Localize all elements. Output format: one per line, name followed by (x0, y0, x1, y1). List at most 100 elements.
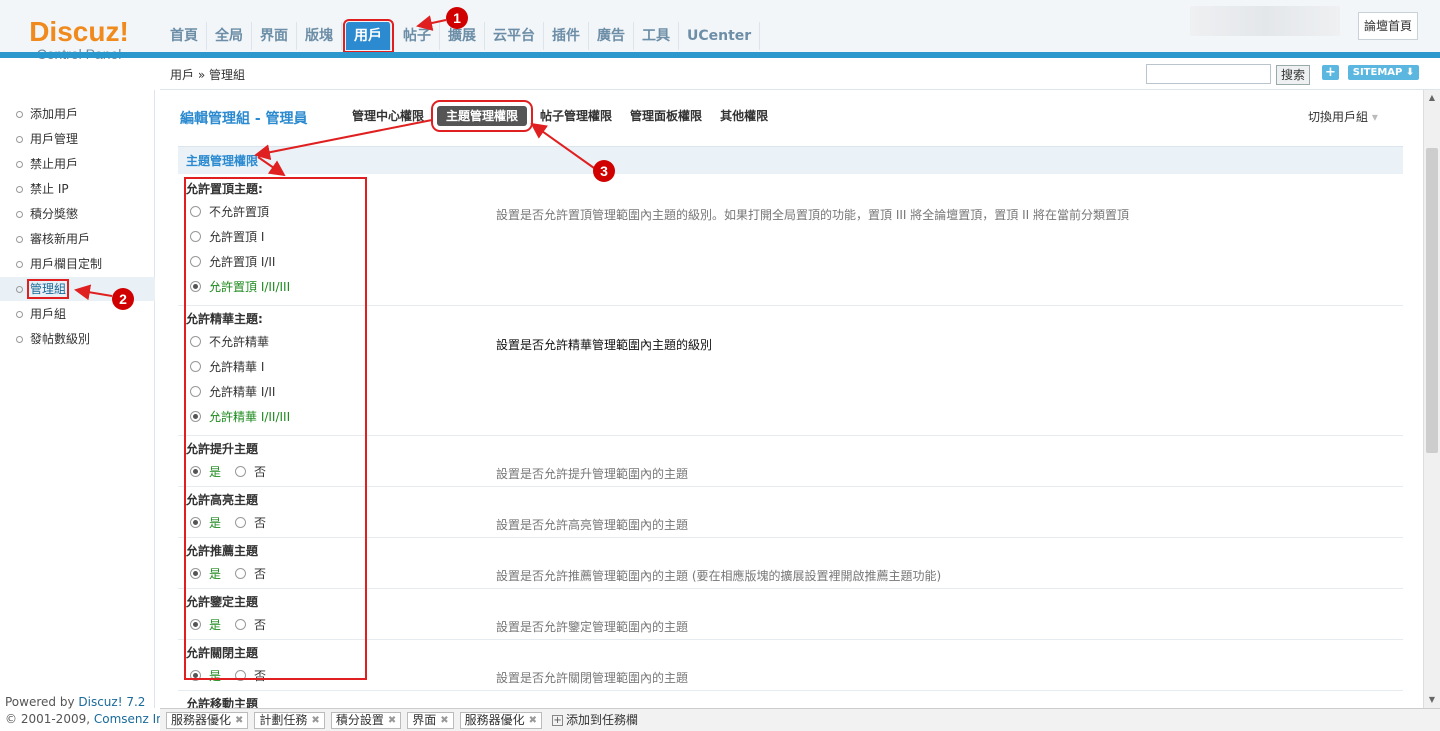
radio-button[interactable] (190, 517, 201, 528)
task-label: 服務器優化 (464, 712, 525, 727)
nav-posts[interactable]: 帖子 (395, 22, 440, 50)
radio-button[interactable] (190, 411, 201, 422)
radio-no[interactable]: 否 (235, 565, 266, 582)
sidebar-item-post-ranks[interactable]: 發帖數級別 (0, 327, 155, 351)
radio-button[interactable] (235, 619, 247, 630)
user-info-blurred (1190, 6, 1340, 36)
tab-thread-manage[interactable]: 主題管理權限 (431, 100, 534, 132)
setting-description: 設置是否允許高亮管理範圍內的主題 (496, 518, 689, 532)
radio-button[interactable] (190, 206, 201, 217)
forum-home-button[interactable]: 論壇首頁 (1358, 12, 1418, 40)
radio-option[interactable]: 不允許精華 (190, 333, 269, 350)
scroll-up-arrow-icon[interactable]: ▲ (1424, 90, 1440, 106)
setting-description: 設置是否允許提升管理範圍內的主題 (496, 467, 689, 481)
sidebar-item-ban-user[interactable]: 禁止用戶 (0, 152, 155, 176)
task-item[interactable]: 積分設置 ✖ (330, 711, 402, 729)
radio-button[interactable] (235, 568, 247, 579)
nav-global[interactable]: 全局 (207, 22, 252, 50)
scroll-down-arrow-icon[interactable]: ▼ (1424, 692, 1440, 708)
add-shortcut-button[interactable]: + (1322, 65, 1339, 80)
radio-no[interactable]: 否 (235, 514, 266, 531)
radio-yes[interactable]: 是 (190, 514, 221, 531)
nav-plugins[interactable]: 插件 (544, 22, 589, 50)
close-icon[interactable]: ✖ (529, 713, 537, 728)
task-item[interactable]: 計劃任務 ✖ (254, 711, 325, 729)
radio-button[interactable] (190, 466, 201, 477)
setting-title: 允許置頂主題: (186, 182, 263, 196)
radio-yes[interactable]: 是 (190, 565, 221, 582)
radio-button[interactable] (190, 386, 201, 397)
radio-option[interactable]: 允許置頂 I/II (190, 253, 275, 270)
radio-button[interactable] (190, 619, 201, 630)
radio-button[interactable] (190, 568, 201, 579)
radio-button[interactable] (190, 231, 201, 242)
task-item[interactable]: 服務器優化 ✖ (459, 711, 543, 729)
radio-option[interactable]: 允許置頂 I/II/III (190, 278, 290, 295)
permission-tabs: 管理中心權限 主題管理權限 帖子管理權限 管理面板權限 其他權限 (343, 100, 777, 132)
radio-button[interactable] (190, 281, 201, 292)
radio-option[interactable]: 允許精華 I (190, 358, 264, 375)
sidebar-item-ban-ip[interactable]: 禁止 IP (0, 177, 155, 201)
setting-title: 允許移動主題 (186, 697, 259, 708)
close-icon[interactable]: ✖ (235, 713, 243, 728)
radio-option[interactable]: 允許精華 I/II (190, 383, 275, 400)
powered-link[interactable]: Discuz! 7.2 (78, 695, 145, 709)
add-to-taskbar-button[interactable]: + 添加到任務欄 (548, 712, 642, 729)
radio-no[interactable]: 否 (235, 463, 266, 480)
radio-button[interactable] (235, 466, 247, 477)
vertical-scrollbar[interactable]: ▲ ▼ (1423, 90, 1440, 708)
sidebar-item-credits[interactable]: 積分獎懲 (0, 202, 155, 226)
switch-group-dropdown[interactable]: 切換用戶組 ▾ (1308, 108, 1378, 125)
task-item[interactable]: 界面 ✖ (407, 711, 454, 729)
nav-users[interactable]: 用戶 (343, 19, 394, 53)
radio-yes[interactable]: 是 (190, 667, 221, 684)
nav-home[interactable]: 首頁 (162, 22, 207, 50)
setting-title: 允許精華主題: (186, 312, 263, 326)
radio-button[interactable] (190, 361, 201, 372)
radio-yes[interactable]: 是 (190, 463, 221, 480)
radio-option[interactable]: 允許置頂 I (190, 228, 264, 245)
close-icon[interactable]: ✖ (388, 713, 396, 728)
close-icon[interactable]: ✖ (440, 713, 448, 728)
search-input[interactable] (1146, 64, 1271, 84)
radio-no[interactable]: 否 (235, 667, 266, 684)
task-item[interactable]: 服務器優化 ✖ (166, 711, 249, 729)
yes-no-radios: 是 否 (190, 565, 280, 582)
sidebar-item-label: 管理組 (26, 279, 70, 299)
option-label: 允許置頂 I/II/III (209, 280, 291, 294)
sidebar-item-label: 禁止用戶 (30, 157, 79, 171)
radio-button[interactable] (235, 670, 247, 681)
radio-button[interactable] (190, 256, 201, 267)
sitemap-button[interactable]: SITEMAP ⬇ (1348, 65, 1419, 80)
sidebar-item-audit-users[interactable]: 審核新用戶 (0, 227, 155, 251)
radio-option[interactable]: 允許精華 I/II/III (190, 408, 290, 425)
tab-admin-center[interactable]: 管理中心權限 (343, 106, 433, 126)
nav-ucenter[interactable]: UCenter (679, 22, 761, 50)
search-button[interactable]: 搜索 (1276, 65, 1310, 85)
scroll-thumb[interactable] (1426, 148, 1438, 453)
setting-description: 設置是否允許推薦管理範圍內的主題 (要在相應版塊的擴展設置裡開啟推薦主題功能) (496, 569, 942, 583)
task-label: 服務器優化 (171, 712, 232, 727)
copyright-prefix: © 2001-2009, (5, 712, 94, 726)
sidebar-item-user-fields[interactable]: 用戶欄目定制 (0, 252, 155, 276)
task-label: 計劃任務 (259, 712, 308, 727)
radio-button[interactable] (190, 336, 201, 347)
radio-button[interactable] (190, 670, 201, 681)
radio-button[interactable] (235, 517, 247, 528)
tab-other[interactable]: 其他權限 (711, 106, 777, 126)
radio-option[interactable]: 不允許置頂 (190, 203, 269, 220)
nav-cloud[interactable]: 云平台 (485, 22, 544, 50)
radio-yes[interactable]: 是 (190, 616, 221, 633)
tab-post-manage[interactable]: 帖子管理權限 (531, 106, 621, 126)
radio-no[interactable]: 否 (235, 616, 266, 633)
nav-tools[interactable]: 工具 (634, 22, 679, 50)
sidebar-item-user-manage[interactable]: 用戶管理 (0, 127, 155, 151)
plus-icon: + (552, 714, 564, 726)
close-icon[interactable]: ✖ (311, 713, 319, 728)
powered-prefix: Powered by (5, 695, 79, 709)
nav-forums[interactable]: 版塊 (297, 22, 342, 50)
tab-panel-manage[interactable]: 管理面板權限 (621, 106, 711, 126)
nav-ads[interactable]: 廣告 (589, 22, 634, 50)
sidebar-item-add-user[interactable]: 添加用戶 (0, 102, 155, 126)
nav-interface[interactable]: 界面 (252, 22, 297, 50)
